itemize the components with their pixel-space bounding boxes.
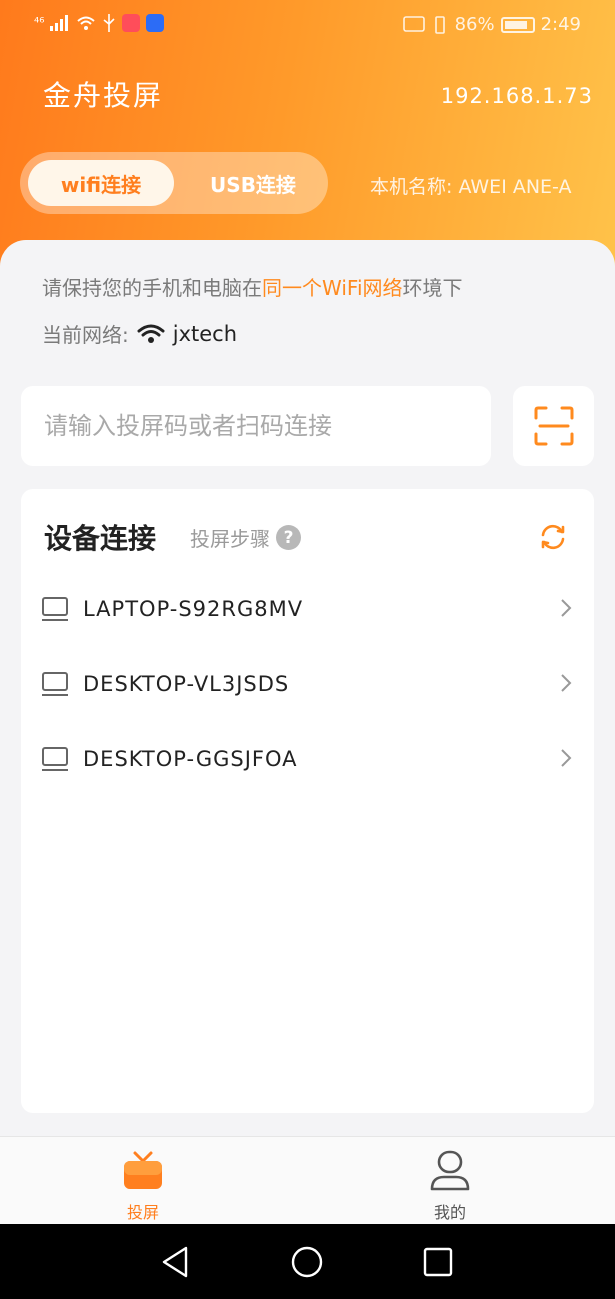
help-icon: ? [276,525,301,550]
home-icon[interactable] [289,1244,325,1280]
tv-icon [124,1151,162,1189]
status-right: 86% 2:49 [402,14,581,35]
vibrate-icon [434,15,445,34]
cast-code-input[interactable] [21,386,491,466]
computer-icon [42,597,68,621]
status-left: ⁴⁶ [34,14,165,32]
hint-highlight: 同一个WiFi网络 [262,276,403,300]
shield-notification-icon [146,14,165,32]
scan-qr-button[interactable] [513,386,594,466]
user-icon [430,1150,470,1191]
chevron-right-icon [561,674,572,692]
recents-icon[interactable] [420,1244,456,1280]
network-type: ⁴⁶ [34,15,45,31]
network-ssid: jxtech [172,321,238,346]
cast-steps-link[interactable]: 投屏步骤 ? [190,523,301,552]
device-panel: 设备连接 投屏步骤 ? LAPTOP-S92RG8MV DESKTOP-VL3J… [21,489,594,1113]
cast-status-icon [402,15,425,32]
clock: 2:49 [540,14,581,35]
tab-wifi-connect[interactable]: wifi连接 [28,160,174,206]
device-name: DESKTOP-GGSJFOA [83,746,298,771]
status-bar: ⁴⁶ 86% 2:49 [0,0,615,52]
network-label: 当前网络: [42,323,129,347]
hint-prefix: 请保持您的手机和电脑在 [42,276,262,300]
chevron-right-icon [561,749,572,767]
cast-steps-label: 投屏步骤 [190,527,270,551]
hint-suffix: 环境下 [402,276,463,300]
tab-mine[interactable]: 我的 [350,1137,550,1225]
wifi-icon [137,324,165,343]
tab-cast[interactable]: 投屏 [43,1137,243,1225]
chevron-right-icon [561,599,572,617]
usb-icon [103,14,116,32]
bottom-tabbar: 投屏 我的 [0,1136,615,1224]
device-item-2[interactable]: DESKTOP-GGSJFOA [21,721,594,796]
current-network: 当前网络: jxtech [42,319,237,348]
device-panel-title: 设备连接 [44,522,157,555]
tab-mine-label: 我的 [433,1203,466,1222]
scan-icon [534,406,573,446]
computer-icon [42,672,68,696]
device-name: DESKTOP-VL3JSDS [83,671,290,696]
connection-type-toggle: wifi连接 USB连接 [20,152,328,214]
device-item-0[interactable]: LAPTOP-S92RG8MV [21,571,594,646]
device-name: LAPTOP-S92RG8MV [83,596,304,621]
cast-notification-icon [122,14,141,32]
system-navigation-bar [0,1224,615,1299]
device-list: LAPTOP-S92RG8MV DESKTOP-VL3JSDS DESKTOP-… [21,571,594,796]
same-network-hint: 请保持您的手机和电脑在同一个WiFi网络环境下 [42,272,463,301]
battery-icon [500,16,535,33]
app-title: 金舟投屏 [43,79,164,112]
back-icon[interactable] [158,1244,194,1280]
tab-cast-label: 投屏 [126,1203,159,1222]
battery-percent: 86% [454,14,495,35]
local-device-name: 本机名称: AWEI ANE-A [370,176,572,198]
tab-usb-connect[interactable]: USB连接 [188,160,318,206]
ip-address: 192.168.1.73 [440,84,593,108]
computer-icon [42,747,68,771]
signal-icon [50,15,69,31]
device-item-1[interactable]: DESKTOP-VL3JSDS [21,646,594,721]
wifi-status-icon [77,16,96,30]
refresh-icon[interactable] [537,521,569,553]
